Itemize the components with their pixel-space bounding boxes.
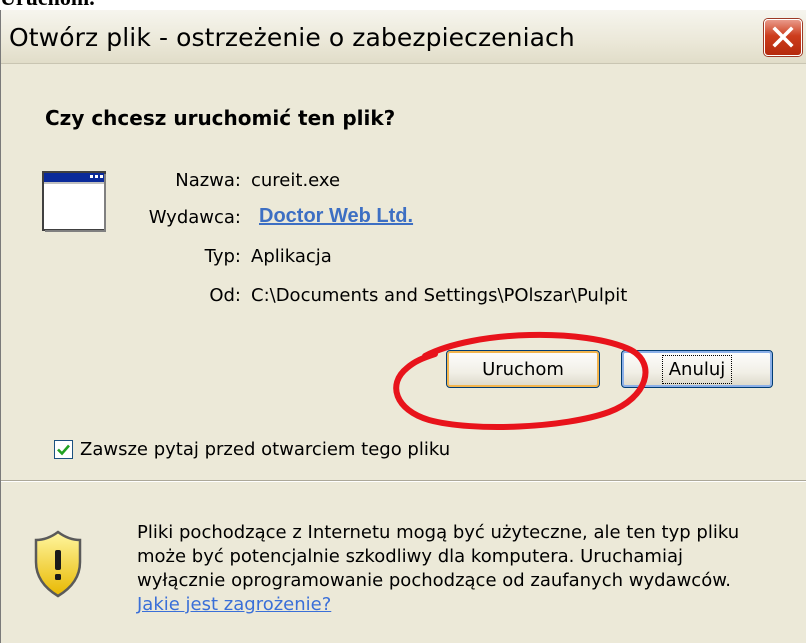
name-value: cureit.exe [251, 170, 341, 191]
checkmark-icon [57, 444, 70, 456]
always-ask-label[interactable]: Zawsze pytaj przed otwarciem tego pliku [80, 439, 450, 460]
from-label: Od: [209, 285, 241, 306]
publisher-label: Wydawca: [148, 207, 241, 228]
question-heading: Czy chcesz uruchomić ten plik? [45, 106, 396, 130]
warning-text: Pliki pochodzące z Internetu mogą być uż… [137, 521, 797, 617]
title-bar[interactable]: Otwórz plik - ostrzeżenie o zabezpieczen… [1, 10, 806, 64]
cancel-button[interactable]: Anuluj [621, 350, 773, 388]
name-label: Nazwa: [175, 170, 241, 191]
cropped-heading: Uruchom. [0, 0, 95, 10]
run-button-label: Uruchom [482, 358, 564, 380]
application-file-icon [42, 171, 106, 232]
warning-line-1: Pliki pochodzące z Internetu mogą być uż… [137, 522, 740, 543]
warning-line-2: może być potencjalnie szkodliwy dla komp… [137, 546, 683, 567]
always-ask-checkbox[interactable] [54, 440, 73, 459]
publisher-link[interactable]: Doctor Web Ltd. [259, 205, 413, 228]
window-title: Otwórz plik - ostrzeżenie o zabezpieczen… [9, 23, 575, 52]
from-value: C:\Documents and Settings\POlszar\Pulpit [251, 285, 628, 306]
close-button[interactable] [764, 19, 802, 56]
security-warning-dialog: Otwórz plik - ostrzeżenie o zabezpieczen… [0, 10, 806, 643]
run-button[interactable]: Uruchom [446, 350, 600, 388]
risk-info-link[interactable]: Jakie jest zagrożenie? [137, 593, 797, 617]
type-value: Aplikacja [251, 246, 332, 267]
cancel-button-label: Anuluj [661, 354, 733, 384]
warning-line-3: wyłącznie oprogramowanie pochodzące od z… [137, 570, 731, 591]
separator [1, 480, 806, 482]
type-label: Typ: [204, 246, 241, 267]
security-shield-icon [34, 530, 82, 598]
close-icon [772, 26, 794, 48]
